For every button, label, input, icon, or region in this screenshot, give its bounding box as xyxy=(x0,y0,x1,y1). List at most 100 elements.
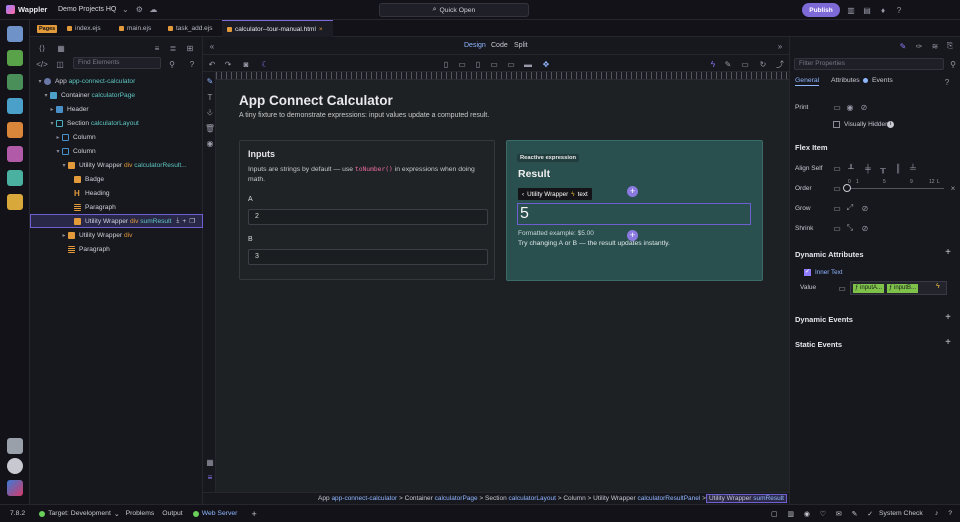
code-icon[interactable]: </> xyxy=(36,59,48,69)
undo-icon[interactable]: ↶ xyxy=(207,59,217,69)
add-before-icon[interactable]: + xyxy=(627,186,638,197)
page-subtitle[interactable]: A tiny fixture to demonstrate expression… xyxy=(239,112,489,119)
copy-icon[interactable]: ❐ xyxy=(189,217,195,225)
input-a[interactable]: 2 xyxy=(248,209,488,225)
dynamic-attributes-heading[interactable]: Dynamic Attributes xyxy=(795,250,864,259)
add-dynamic-event-icon[interactable]: + xyxy=(945,312,951,323)
tab-general[interactable]: General xyxy=(795,77,820,86)
tab-calculator[interactable]: calculator--tour-manual.html × xyxy=(222,20,333,37)
help-icon[interactable]: ? xyxy=(948,510,952,517)
publish-button[interactable]: Publish xyxy=(802,3,840,17)
chat-icon[interactable]: ✉ xyxy=(836,510,842,518)
settings-icon[interactable] xyxy=(7,458,23,474)
align-stretch-icon[interactable]: ║ xyxy=(893,163,903,173)
collapse-icon[interactable]: ⤡ xyxy=(845,223,855,233)
align-baseline-icon[interactable]: ╧ xyxy=(908,163,918,173)
stack-icon[interactable]: ≋ xyxy=(930,41,940,51)
tablet-icon[interactable]: ▯ xyxy=(473,59,483,69)
tab-main[interactable]: main.ejs xyxy=(114,20,156,37)
laptop-icon[interactable]: ▭ xyxy=(489,59,499,69)
crumb-section[interactable]: Section calculatorLayout xyxy=(485,495,556,502)
open-browser-icon[interactable]: ⤴ xyxy=(775,59,785,69)
tree-node-app[interactable]: ▾ App app-connect-calculator xyxy=(30,74,203,88)
extensions-icon[interactable] xyxy=(7,170,23,186)
crumb-column[interactable]: Column xyxy=(563,495,585,502)
tab-task-add[interactable]: task_add.ejs xyxy=(163,20,218,37)
workflow-icon[interactable] xyxy=(7,74,23,90)
tab-index[interactable]: index.ejs xyxy=(62,20,106,37)
formatted-text[interactable]: Formatted example: $5.00 xyxy=(518,230,594,237)
hint-text[interactable]: Try changing A or B — the result updates… xyxy=(518,240,670,247)
tree-node-column[interactable]: ▸ Column xyxy=(30,130,203,144)
preview-icon[interactable]: ▭ xyxy=(740,59,750,69)
value-icon[interactable]: ▭ xyxy=(837,283,847,293)
chevron-left-icon[interactable]: ‹ xyxy=(522,191,524,198)
align-icon[interactable]: ≣ xyxy=(168,43,178,53)
tree-node-column[interactable]: ▾ Column xyxy=(30,144,203,158)
filter-properties-input[interactable]: Filter Properties xyxy=(794,58,944,70)
inner-text-checkbox[interactable]: ✓ xyxy=(804,269,811,276)
components-icon[interactable]: ◫ xyxy=(55,59,65,69)
list-icon[interactable]: ≡ xyxy=(152,43,162,53)
bell-icon[interactable]: ♪ xyxy=(935,510,938,517)
quick-open-button[interactable]: ⌕ Quick Open xyxy=(379,3,529,17)
code-view-tab[interactable]: Code xyxy=(491,42,508,49)
order-slider-handle[interactable] xyxy=(843,184,851,192)
help-icon[interactable]: ? xyxy=(942,77,952,87)
mobile-landscape-icon[interactable]: ▭ xyxy=(457,59,467,69)
grow-icon[interactable]: ▭ xyxy=(832,203,842,213)
info-icon[interactable]: i xyxy=(887,121,894,128)
input-b[interactable]: 3 xyxy=(248,249,488,265)
static-events-heading[interactable]: Static Events xyxy=(795,340,842,349)
tree-node-sum-result[interactable]: Utility Wrapper div sumResult ⤓ + ❐ xyxy=(30,214,203,228)
reactive-badge[interactable]: Reactive expression xyxy=(517,154,580,162)
desktop-icon[interactable]: ▭ xyxy=(506,59,516,69)
camera-icon[interactable]: ◙ xyxy=(241,59,251,69)
problems-button[interactable]: Problems xyxy=(126,510,155,517)
cloud-icon[interactable]: ☁ xyxy=(148,5,158,15)
dynamic-events-heading[interactable]: Dynamic Events xyxy=(795,315,853,324)
redo-icon[interactable]: ↷ xyxy=(223,59,233,69)
expression-token[interactable]: ƒ inputA... xyxy=(853,284,885,293)
inputs-description[interactable]: Inputs are strings by default — use toNu… xyxy=(248,165,484,185)
text-tool-icon[interactable]: T xyxy=(205,92,215,102)
code-view-icon[interactable]: ⟨⟩ xyxy=(37,43,47,53)
edit-properties-icon[interactable]: ✎ xyxy=(898,41,908,51)
add-dynamic-attribute-icon[interactable]: + xyxy=(945,247,951,258)
eye-icon[interactable]: ◉ xyxy=(804,510,810,518)
align-center-icon[interactable]: ╪ xyxy=(863,163,873,173)
crumb-result-panel[interactable]: Utility Wrapper calculatorResultPanel xyxy=(593,495,700,502)
align-end-icon[interactable]: ╥ xyxy=(878,163,888,173)
project-selector[interactable]: Demo Projects HQ ⌄ ⚙ ☁ xyxy=(58,5,158,15)
flex-item-heading[interactable]: Flex Item xyxy=(795,143,828,152)
refresh-icon[interactable]: ↻ xyxy=(758,59,768,69)
collapse-right-icon[interactable]: » xyxy=(775,41,785,51)
pages-icon[interactable] xyxy=(7,26,23,42)
delete-tool-icon[interactable]: 🗑 xyxy=(205,123,215,133)
design-view-tab[interactable]: Design xyxy=(464,42,486,49)
add-icon[interactable]: + xyxy=(182,218,186,225)
clear-icon[interactable]: × xyxy=(948,183,958,193)
result-heading[interactable]: Result xyxy=(518,168,550,180)
moon-icon[interactable]: ☾ xyxy=(260,59,270,69)
tree-node-header[interactable]: ▸ Header xyxy=(30,102,203,116)
settings-gear-icon[interactable]: ⚙ xyxy=(134,5,144,15)
layout-tree-icon[interactable]: ▦ xyxy=(56,43,66,53)
add-static-event-icon[interactable]: + xyxy=(945,337,951,348)
add-icon[interactable]: + xyxy=(251,509,256,519)
square-icon[interactable]: ▢ xyxy=(771,510,777,518)
order-icon[interactable]: ▭ xyxy=(832,183,842,193)
git-icon[interactable] xyxy=(7,50,23,66)
insert-tool-icon[interactable]: ⎀ xyxy=(205,108,215,118)
collapse-left-icon[interactable]: « xyxy=(207,41,217,51)
align-auto-icon[interactable]: ▭ xyxy=(832,163,842,173)
visually-hidden-checkbox[interactable] xyxy=(833,121,840,128)
tree-node-section[interactable]: ▾ Section calculatorLayout xyxy=(30,116,203,130)
style-icon[interactable]: ✑ xyxy=(914,41,924,51)
crumb-sum-result[interactable]: Utility Wrapper sumResult xyxy=(705,494,787,503)
book-icon[interactable]: ▤ xyxy=(862,5,872,15)
grid-icon[interactable]: ▦ xyxy=(205,457,215,467)
tab-events[interactable]: Events xyxy=(872,77,893,84)
output-button[interactable]: Output xyxy=(162,510,182,517)
filter-icon[interactable]: ⚲ xyxy=(167,59,177,69)
